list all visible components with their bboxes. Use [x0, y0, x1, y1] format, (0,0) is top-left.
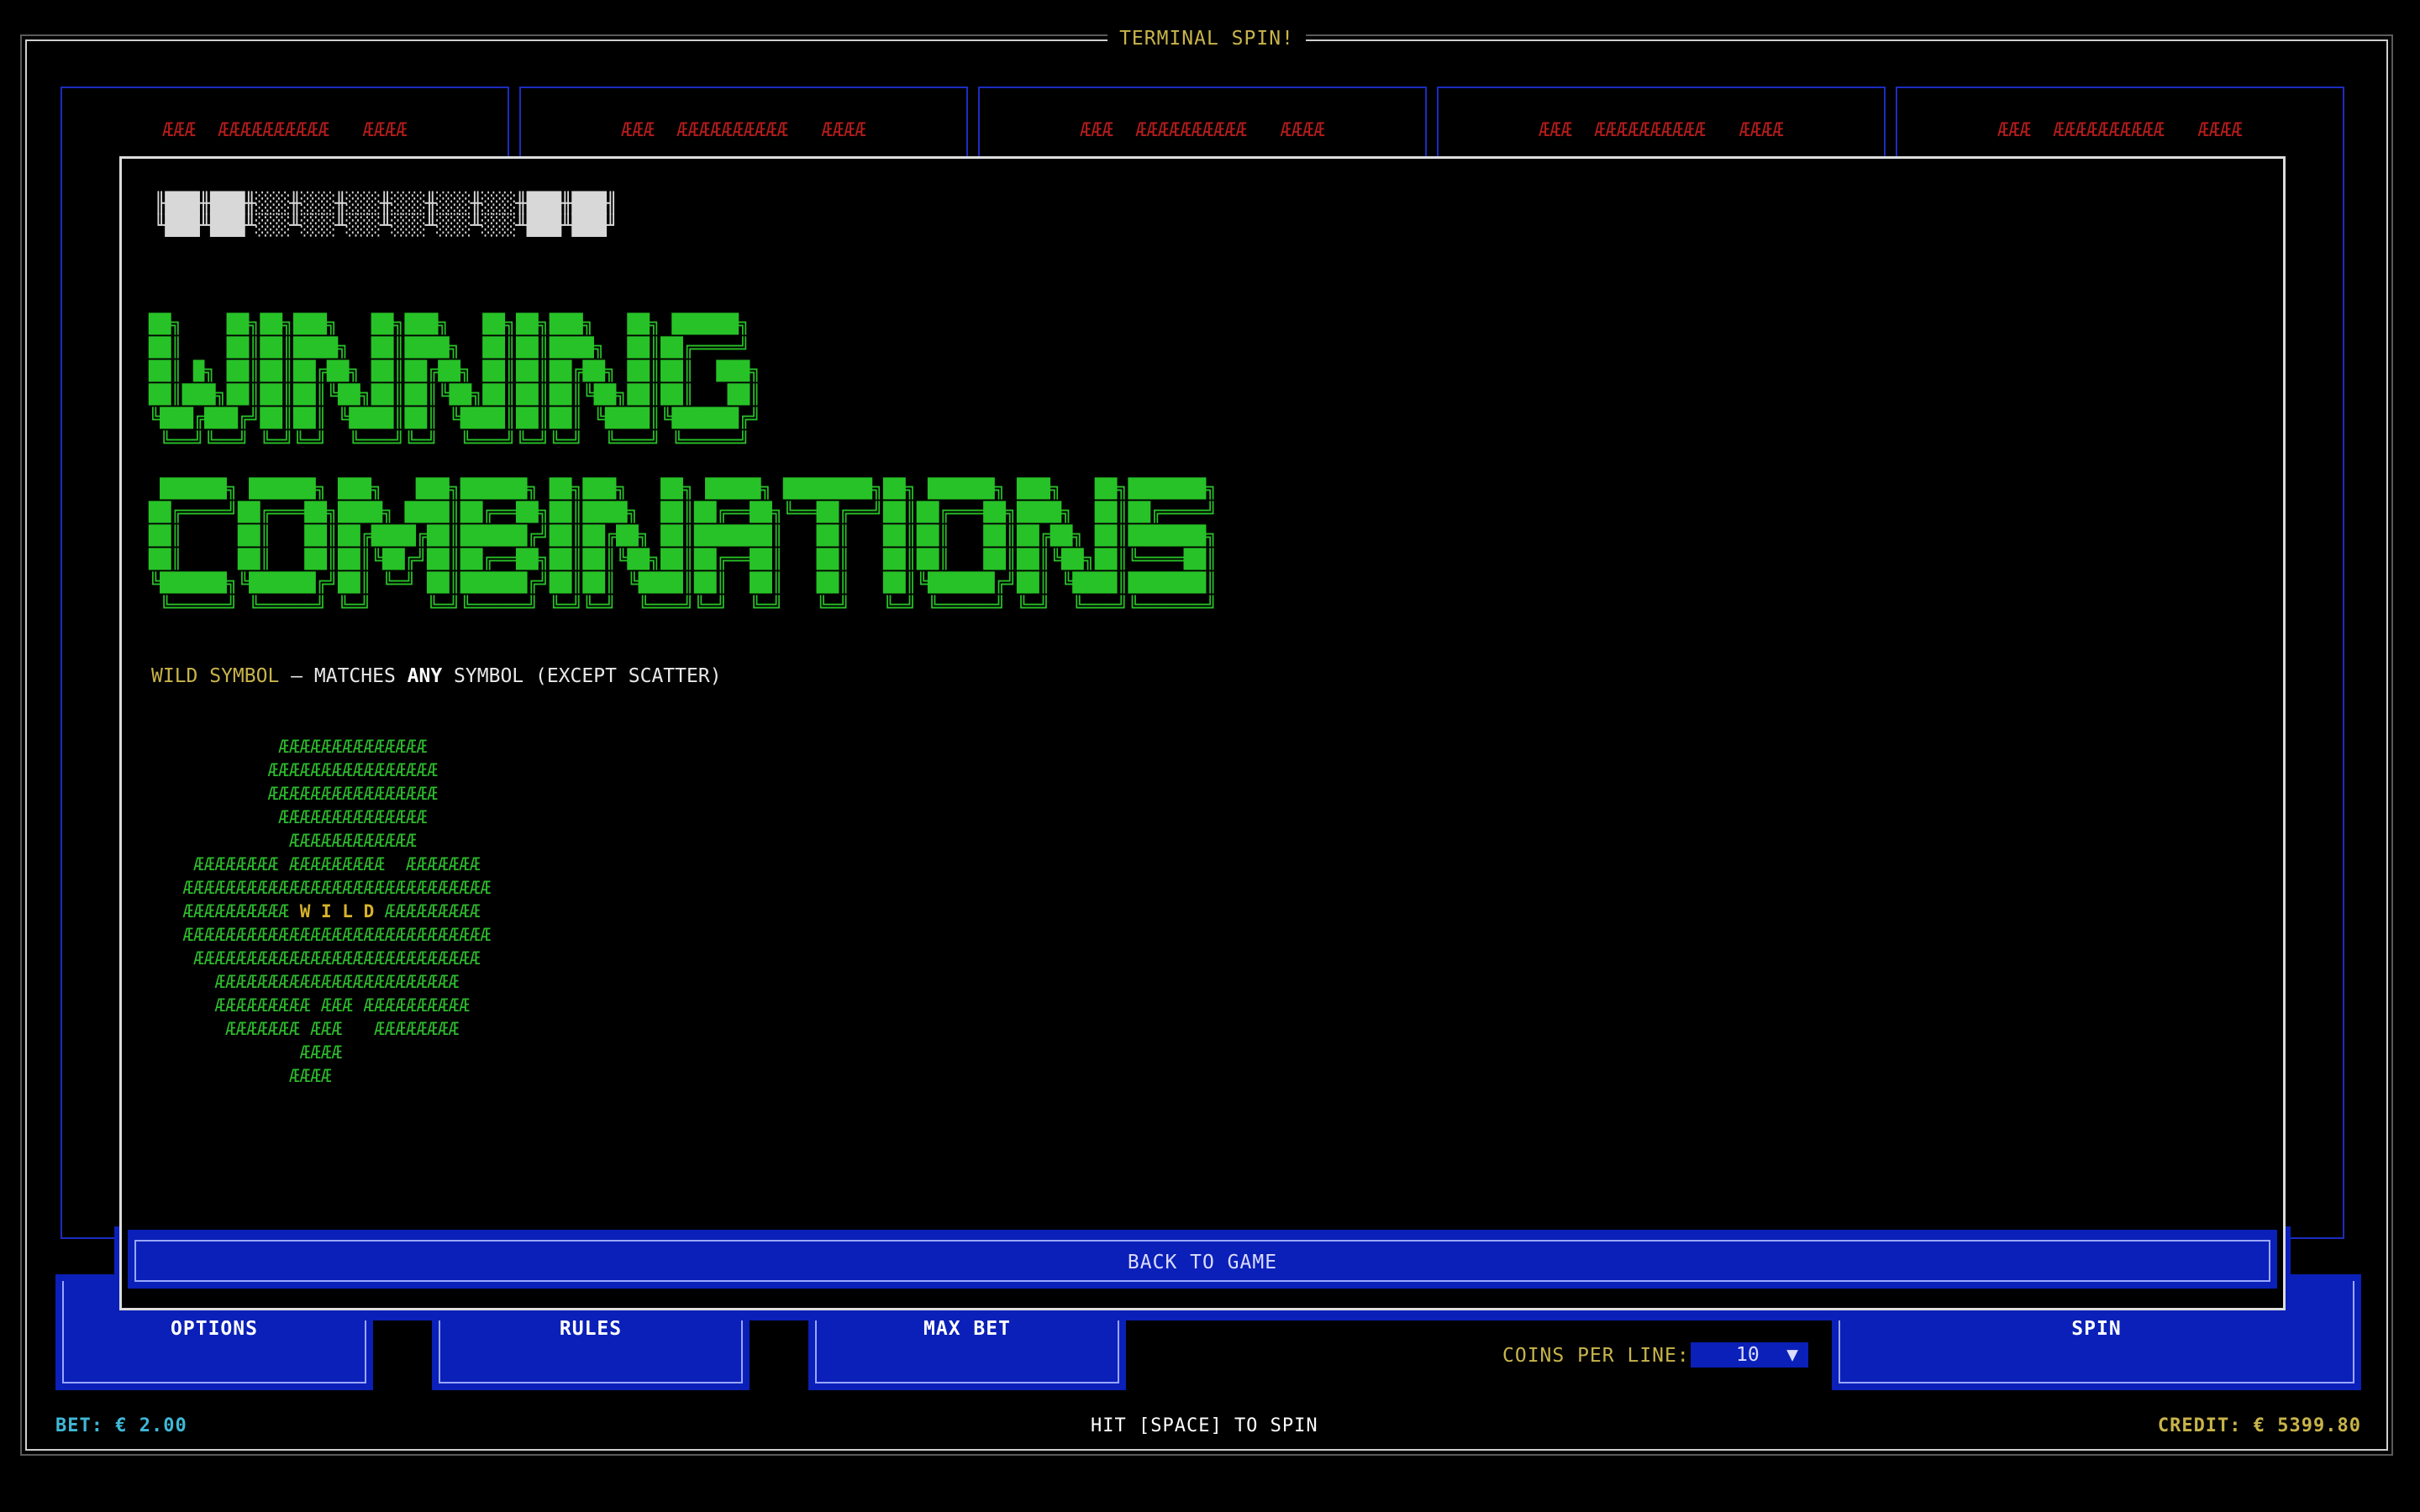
reel-symbol: ÆÆÆ ÆÆÆÆÆÆÆÆÆÆ ÆÆÆÆ: [162, 120, 408, 141]
reel-symbol: ÆÆÆ ÆÆÆÆÆÆÆÆÆÆ ÆÆÆÆ: [1080, 120, 1325, 141]
wild-desc-text: – MATCHES: [279, 665, 408, 687]
coins-per-line-value: 10: [1736, 1344, 1760, 1366]
wild-desc-any: ANY: [407, 665, 443, 687]
back-to-game-label: BACK TO GAME: [1127, 1252, 1278, 1273]
max-bet-button-label: MAX BET: [923, 1318, 1011, 1340]
banner-winning: ██╗ ██╗██╗███╗ ██╗███╗ ██╗██╗███╗ ██╗ ██…: [149, 314, 761, 453]
reel-symbol: ÆÆÆ ÆÆÆÆÆÆÆÆÆÆ ÆÆÆÆ: [1997, 120, 2243, 141]
coins-per-line-label: COINS PER LINE:: [1502, 1345, 1690, 1367]
reel-symbol: ÆÆÆ ÆÆÆÆÆÆÆÆÆÆ ÆÆÆÆ: [1539, 120, 1784, 141]
wild-art-bottom: ÆÆÆÆÆÆÆÆÆ ÆÆÆÆÆÆÆÆÆÆÆÆÆÆÆÆÆÆÆÆÆÆÆÆÆÆÆÆÆ …: [182, 901, 492, 1086]
back-to-game-button[interactable]: BACK TO GAME: [128, 1230, 2277, 1289]
rules-modal: ╟███╫███╫░░░╫░░░╫░░░╫░░░╫░░░╫░░░╫███╫███…: [119, 156, 2286, 1310]
chevron-down-icon: ▼: [1786, 1344, 1798, 1366]
wild-description: WILD SYMBOL – MATCHES ANY SYMBOL (EXCEPT…: [151, 665, 722, 687]
bet-amount: BET: € 2.00: [55, 1415, 187, 1436]
credit-amount: CREDIT: € 5399.80: [2157, 1415, 2361, 1436]
modal-decoration: ╟███╫███╫░░░╫░░░╫░░░╫░░░╫░░░╫░░░╫███╫███…: [154, 192, 618, 237]
wild-desc-rest: SYMBOL (EXCEPT SCATTER): [442, 665, 722, 687]
coins-per-line-select[interactable]: 10 ▼: [1691, 1342, 1808, 1368]
spin-button-label: SPIN: [2071, 1318, 2122, 1340]
options-button-label: OPTIONS: [171, 1318, 258, 1340]
wild-symbol-label: WILD SYMBOL: [151, 665, 280, 687]
wild-symbol-art: ÆÆÆÆÆÆÆÆÆÆÆÆÆÆ ÆÆÆÆÆÆÆÆÆÆÆÆÆÆÆÆ ÆÆÆÆÆÆÆÆ…: [172, 735, 492, 1088]
rules-button-label: RULES: [559, 1318, 623, 1340]
spin-hint: HIT [SPACE] TO SPIN: [1091, 1415, 1318, 1436]
reel-symbol: ÆÆÆ ÆÆÆÆÆÆÆÆÆÆ ÆÆÆÆ: [621, 120, 866, 141]
wild-art-label: W I L D: [299, 901, 375, 921]
banner-combinations: ██████╗ ██████╗ ███╗ ███╗██████╗ ██╗███╗…: [149, 479, 1218, 617]
wild-art-top: ÆÆÆÆÆÆÆÆÆÆÆÆÆÆ ÆÆÆÆÆÆÆÆÆÆÆÆÆÆÆÆ ÆÆÆÆÆÆÆÆ…: [182, 737, 492, 921]
app-title: TERMINAL SPIN!: [1107, 28, 1306, 50]
